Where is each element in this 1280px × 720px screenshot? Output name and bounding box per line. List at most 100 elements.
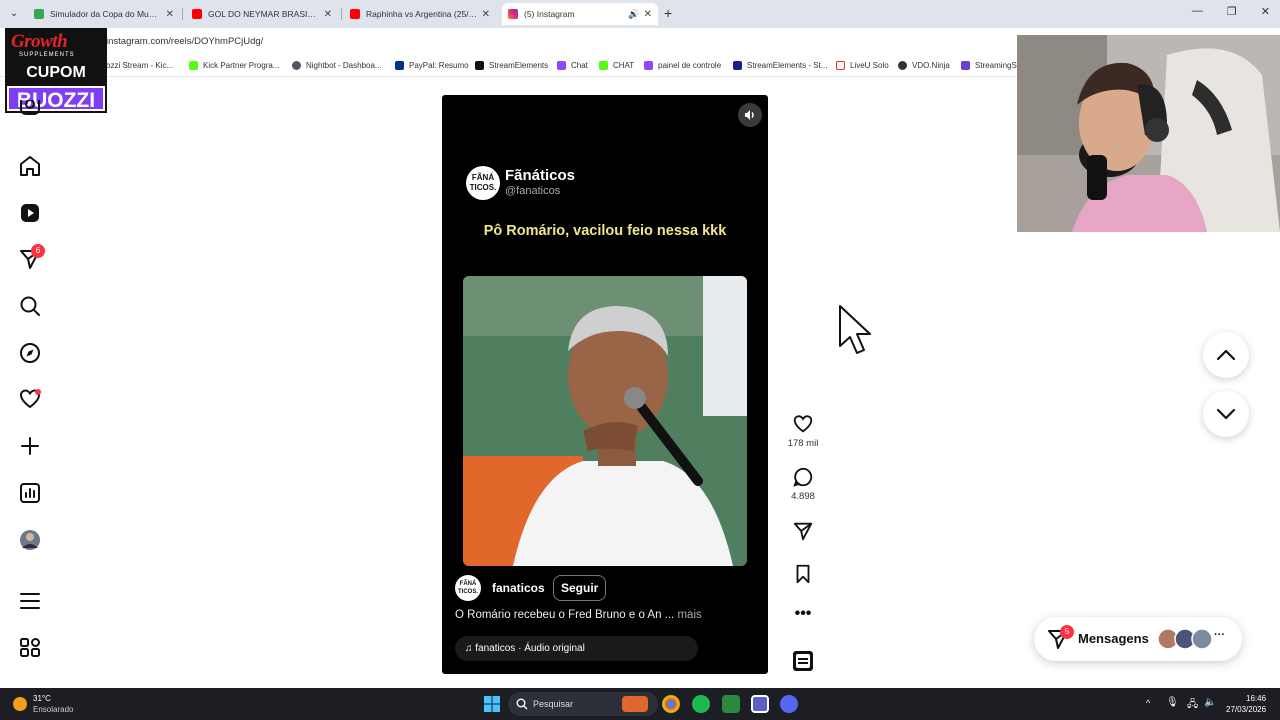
like-button[interactable] [783,413,823,440]
bookmark-item[interactable]: StreamingS [961,61,1017,70]
reel-description[interactable]: O Romário recebeu o Fred Bruno e o An ..… [455,609,702,621]
tab-title: GOL DO NEYMAR BRASIL X CR [208,9,320,19]
chevron-up-icon[interactable]: ^ [1146,698,1150,708]
mouse-cursor-icon [839,305,871,354]
bookmark-item[interactable]: StreamElements [475,61,548,70]
search-icon[interactable] [18,294,42,318]
tab-favicon-icon [34,9,44,19]
author-username[interactable]: fanaticos [492,581,545,595]
notification-badge: 6 [31,244,45,258]
like-count: 178 mil [787,438,819,449]
discord-icon[interactable] [780,695,798,713]
bookmark-label: CHAT [613,61,635,70]
bookmark-label: StreamElements [489,61,549,70]
close-window-icon[interactable]: ✕ [1261,5,1270,18]
messages-button[interactable]: 5 Mensagens ··· [1034,617,1242,661]
close-tab-icon[interactable]: ✕ [166,9,174,20]
tab-list-chevron-icon[interactable]: ⌄ [6,7,22,21]
network-icon[interactable]: 🖧 [1187,697,1198,714]
chevron-down-icon [1216,408,1236,420]
share-button[interactable] [783,520,823,547]
bookmark-label: PayPal: Resumo [409,61,469,70]
explore-compass-icon[interactable] [18,341,42,365]
more-dots-icon[interactable]: ··· [1214,629,1225,641]
profile-avatar[interactable] [18,528,42,552]
audio-thumbnail[interactable] [783,650,823,677]
microphone-icon[interactable]: 🎙 [1166,697,1179,708]
chrome-icon[interactable] [662,695,680,713]
direct-messages-icon[interactable]: 6 [18,244,45,271]
windows-start-icon[interactable] [484,696,500,712]
clock-date[interactable]: 27/03/2026 [1226,705,1266,714]
bookmark-label: StreamElements - St... [747,61,828,70]
speaker-icon [745,110,754,120]
reels-icon[interactable] [18,201,42,225]
author-avatar[interactable]: FÃNÁ TICOS. [455,575,481,601]
follow-button[interactable]: Seguir [553,575,607,601]
browser-tab-active[interactable]: (5) Instagram 🔊 ✕ [502,3,658,25]
minimize-icon[interactable]: — [1192,5,1203,18]
app-icon[interactable] [722,695,740,713]
video-frame[interactable] [463,276,747,566]
bookmark-item[interactable]: CHAT [599,61,634,70]
messages-badge: 5 [1060,625,1074,639]
tab-divider [341,8,342,20]
weather-temperature: 31°C [33,694,51,703]
save-button[interactable] [783,563,823,590]
active-app-icon[interactable] [751,695,769,713]
speaker-icon[interactable]: 🔊 [628,9,639,20]
previous-reel-button[interactable] [1203,332,1249,378]
instagram-logo-icon[interactable] [20,93,44,116]
home-icon[interactable] [18,154,42,178]
bookmark-item[interactable]: Kick Partner Progra... [189,61,279,70]
url-text[interactable]: instagram.com/reels/DOYhmPCjUdg/ [106,36,263,47]
volume-icon[interactable]: 🔈 [1204,697,1216,708]
clock-time[interactable]: 16:46 [1246,694,1266,703]
bookmark-item[interactable]: painel de controle [644,61,721,70]
post-page-name: Fãnáticos [505,167,576,184]
more-link[interactable]: mais [677,609,701,621]
audio-label: fanaticos · Áudio original [475,643,585,654]
browser-tab[interactable]: Raphinha vs Argentina (25/03/2 ✕ [344,3,496,25]
bookmark-item[interactable]: PayPal: Resumo [395,61,469,70]
tab-title: Simulador da Copa do Mundo [50,9,162,19]
close-tab-icon[interactable]: ✕ [644,9,652,20]
browser-tab[interactable]: GOL DO NEYMAR BRASIL X CR ✕ [186,3,338,25]
sun-weather-icon[interactable] [13,697,27,711]
close-tab-icon[interactable]: ✕ [324,9,332,20]
bookmark-item[interactable]: Nightbot - Dashboa... [292,61,382,70]
close-tab-icon[interactable]: ✕ [482,9,490,20]
bookmark-item[interactable]: VDO.Ninja [898,61,950,70]
next-reel-button[interactable] [1203,391,1249,437]
bookmark-item[interactable]: LiveU Solo [836,61,889,70]
bookmark-label: Nightbot - Dashboa... [306,61,382,70]
also-from-meta-icon[interactable] [18,636,42,660]
tab-title: Raphinha vs Argentina (25/03/2 [366,9,478,19]
bookmark-label: painel de controle [658,61,722,70]
more-options-icon[interactable]: ••• [783,606,823,622]
reel-video[interactable]: FÃNÁ TICOS. Fãnáticos @fanaticos Pô Romá… [442,95,768,674]
heart-notifications-icon[interactable] [18,387,42,411]
audio-info[interactable]: ♫ fanaticos · Áudio original [455,636,698,661]
bookmark-item[interactable]: StreamElements - St... [733,61,827,70]
dashboard-chart-icon[interactable] [18,481,42,505]
liveu-icon [836,61,845,70]
window-controls: — ❐ ✕ [1192,5,1270,18]
browser-tab[interactable]: Simulador da Copa do Mundo ✕ [28,3,180,25]
comment-count: 4.898 [791,491,815,502]
comment-button[interactable] [783,466,823,493]
comment-bubble-icon [793,467,813,487]
create-plus-icon[interactable] [18,434,42,458]
reel-author-row: FÃNÁ TICOS. fanaticos Seguir [455,575,755,601]
restore-icon[interactable]: ❐ [1227,5,1237,18]
streamelements-icon [475,61,484,70]
bookmark-item[interactable]: ozzi Stream - Kic... [106,61,173,70]
music-note-icon: ♫ [465,643,473,654]
new-tab-plus-icon[interactable]: + [664,5,672,21]
sound-toggle-button[interactable] [738,103,762,127]
twitch-icon [644,61,653,70]
spotify-icon[interactable] [692,695,710,713]
bookmark-item[interactable]: Chat [557,61,588,70]
more-menu-icon[interactable] [18,589,42,613]
taskbar-search[interactable]: Pesquisar [508,692,658,716]
